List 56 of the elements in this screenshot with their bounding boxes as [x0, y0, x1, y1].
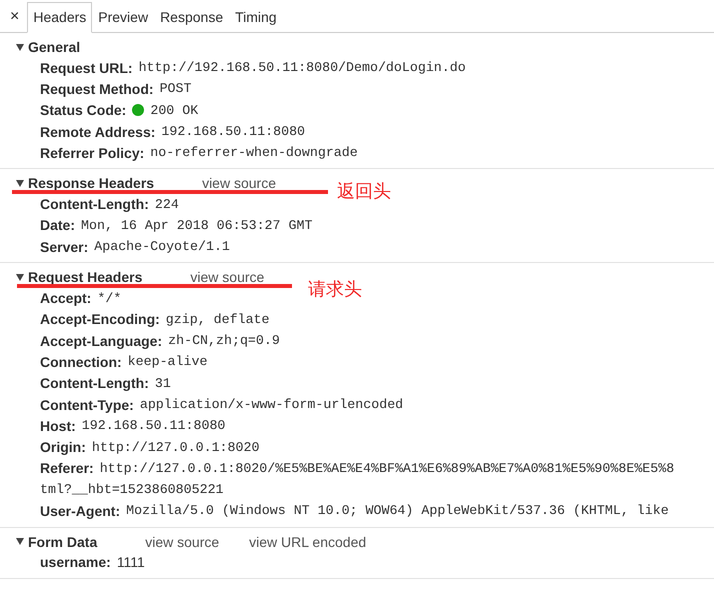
header-name: Host:: [40, 418, 76, 434]
header-value: gzip, deflate: [166, 312, 270, 327]
header-name: Origin:: [40, 439, 86, 456]
header-name: Accept-Encoding:: [40, 311, 160, 328]
header-value: 224: [154, 196, 179, 212]
view-source-link[interactable]: view source: [202, 175, 276, 192]
header-name: Referer:: [40, 460, 94, 476]
header-value: POST: [160, 81, 192, 96]
header-name: Date:: [40, 217, 76, 234]
tab[interactable]: Headers: [27, 2, 92, 33]
header-name: Content-Type:: [40, 396, 134, 412]
header-name: Status Code:: [40, 102, 126, 118]
header-value: zh-CN,zh;q=0.9: [168, 333, 280, 348]
header-value: */*: [97, 290, 122, 306]
header-value-continuation: tml?__hbt=1523860805221: [40, 482, 224, 498]
header-name: Request Method:: [40, 80, 154, 97]
header-value: http://127.0.0.1:8020/%E5%BE%AE%E4%BF%A1%E6%89%AB%E7%A0%81%E5%90%8E%E5%8: [100, 460, 674, 476]
header-value: no-referrer-when-downgrade: [150, 145, 358, 160]
header-name: Request URL:: [40, 60, 133, 76]
section-title[interactable]: Form Data: [28, 534, 98, 550]
expand-triangle-icon[interactable]: [16, 538, 24, 546]
header-value: keep-alive: [128, 354, 208, 370]
header-value: 200 OK: [150, 102, 198, 118]
header-name: Accept:: [40, 290, 92, 306]
annotation-text: 返回头: [337, 180, 391, 204]
header-value: 31: [154, 376, 171, 391]
header-name: Accept-Language:: [40, 332, 162, 349]
header-name: User-Agent:: [40, 502, 120, 519]
section-title[interactable]: Response Headers: [28, 175, 154, 192]
view-source-link[interactable]: view source: [190, 269, 264, 286]
header-value: Apache-Coyote/1.1: [94, 239, 230, 254]
header-value: http://192.168.50.11:8080/Demo/doLogin.do: [138, 60, 466, 76]
header-value: Mozilla/5.0 (Windows NT 10.0; WOW64) AppleWebKit/537.36 (KHTML, like: [126, 503, 669, 518]
header-value: 192.168.50.11:8080: [161, 124, 306, 140]
header-value: 192.168.50.11:8080: [82, 418, 226, 434]
tab[interactable]: Timing: [229, 2, 283, 33]
annotation-text: 请求头: [308, 278, 362, 302]
header-name: username:: [40, 554, 111, 570]
header-name: Content-Length:: [40, 375, 149, 392]
header-name: Content-Length:: [40, 196, 149, 212]
view-source-link[interactable]: view source: [145, 534, 220, 550]
expand-triangle-icon[interactable]: [16, 44, 24, 50]
header-name: Server:: [40, 238, 88, 255]
header-value: Mon, 16 Apr 2018 06:53:27 GMT: [81, 218, 312, 233]
header-name: Connection:: [40, 354, 122, 370]
header-name: Referrer Policy:: [40, 144, 144, 161]
header-name: Remote Address:: [40, 124, 156, 140]
header-value: application/x-www-form-urlencoded: [140, 397, 404, 412]
tab[interactable]: Response: [154, 2, 230, 33]
section-title[interactable]: General: [28, 39, 80, 55]
close-button[interactable]: ×: [6, 8, 28, 32]
section-title[interactable]: Request Headers: [28, 269, 142, 286]
header-value: http://127.0.0.1:8020: [92, 440, 260, 455]
header-value: 1111: [116, 554, 145, 570]
view-source-link[interactable]: view URL encoded: [249, 534, 366, 550]
tab[interactable]: Preview: [92, 2, 154, 33]
